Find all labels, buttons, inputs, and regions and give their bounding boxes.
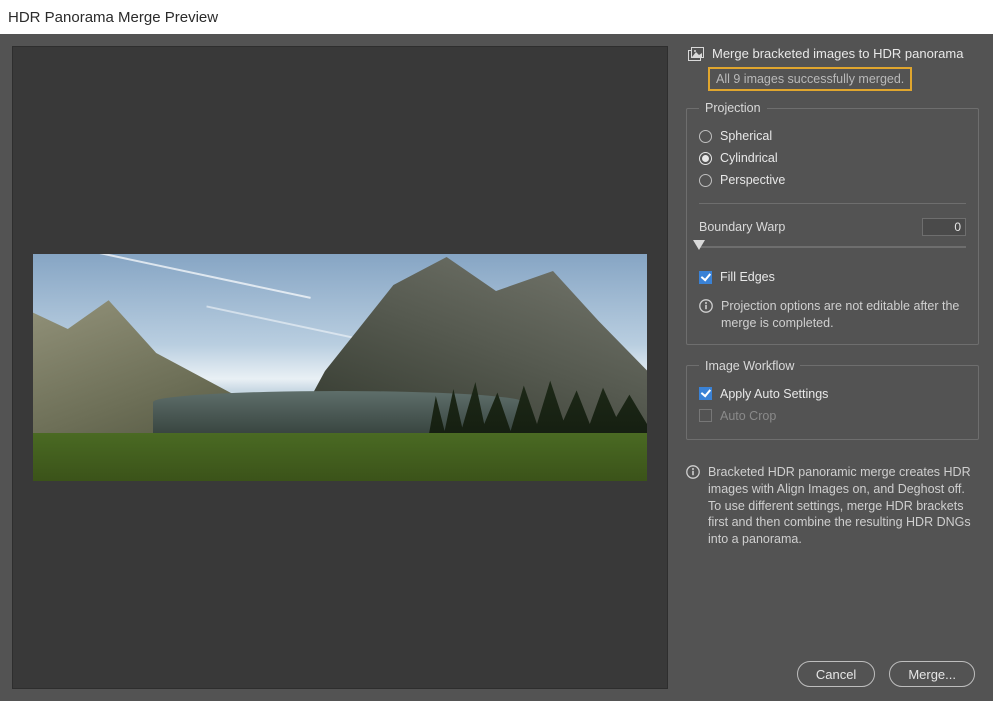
workflow-legend: Image Workflow <box>699 359 800 373</box>
divider <box>699 203 966 204</box>
boundary-warp-slider[interactable] <box>699 238 966 256</box>
merge-button[interactable]: Merge... <box>889 661 975 687</box>
fill-edges-checkbox[interactable]: Fill Edges <box>699 266 966 288</box>
merge-status-text: All 9 images successfully merged. <box>716 72 904 86</box>
preview-frame <box>12 46 668 689</box>
merge-header-label: Merge bracketed images to HDR panorama <box>712 46 963 61</box>
boundary-warp-input[interactable] <box>922 218 966 236</box>
auto-crop-label: Auto Crop <box>720 409 776 423</box>
info-icon <box>699 299 713 313</box>
apply-auto-settings-checkbox[interactable]: Apply Auto Settings <box>699 383 966 405</box>
radio-icon <box>699 130 712 143</box>
hdr-help-info: Bracketed HDR panoramic merge creates HD… <box>686 464 979 548</box>
dialog-body: Merge bracketed images to HDR panorama A… <box>0 34 993 701</box>
window-titlebar: HDR Panorama Merge Preview <box>0 0 993 34</box>
options-panel: Merge bracketed images to HDR panorama A… <box>680 34 993 701</box>
dialog-footer: Cancel Merge... <box>797 661 975 687</box>
window-title: HDR Panorama Merge Preview <box>8 9 218 26</box>
projection-radio-perspective[interactable]: Perspective <box>699 169 966 191</box>
projection-info: Projection options are not editable afte… <box>699 298 966 332</box>
hdr-panorama-merge-dialog: HDR Panorama Merge Preview Merge bracket… <box>0 0 993 701</box>
projection-option-label: Cylindrical <box>720 151 778 165</box>
preview-pane <box>0 34 680 701</box>
merge-status-highlight: All 9 images successfully merged. <box>708 67 912 91</box>
panorama-preview-image <box>33 254 647 481</box>
projection-group: Projection Spherical Cylindrical Perspec… <box>686 101 979 345</box>
projection-option-label: Spherical <box>720 129 772 143</box>
image-stack-icon <box>688 47 704 61</box>
projection-radio-spherical[interactable]: Spherical <box>699 125 966 147</box>
checkbox-icon <box>699 387 712 400</box>
hdr-help-text: Bracketed HDR panoramic merge creates HD… <box>708 464 979 548</box>
boundary-warp-row: Boundary Warp <box>699 218 966 236</box>
info-icon <box>686 465 700 479</box>
projection-radio-cylindrical[interactable]: Cylindrical <box>699 147 966 169</box>
checkbox-icon <box>699 271 712 284</box>
fill-edges-label: Fill Edges <box>720 270 775 284</box>
slider-track <box>699 246 966 248</box>
boundary-warp-label: Boundary Warp <box>699 220 785 234</box>
checkbox-icon <box>699 409 712 422</box>
cancel-button[interactable]: Cancel <box>797 661 875 687</box>
projection-legend: Projection <box>699 101 767 115</box>
merge-header: Merge bracketed images to HDR panorama <box>686 44 979 67</box>
projection-option-label: Perspective <box>720 173 785 187</box>
slider-thumb-icon[interactable] <box>693 240 705 250</box>
image-workflow-group: Image Workflow Apply Auto Settings Auto … <box>686 359 979 440</box>
radio-icon <box>699 152 712 165</box>
apply-auto-label: Apply Auto Settings <box>720 387 828 401</box>
projection-info-text: Projection options are not editable afte… <box>721 298 966 332</box>
auto-crop-checkbox: Auto Crop <box>699 405 966 427</box>
radio-icon <box>699 174 712 187</box>
